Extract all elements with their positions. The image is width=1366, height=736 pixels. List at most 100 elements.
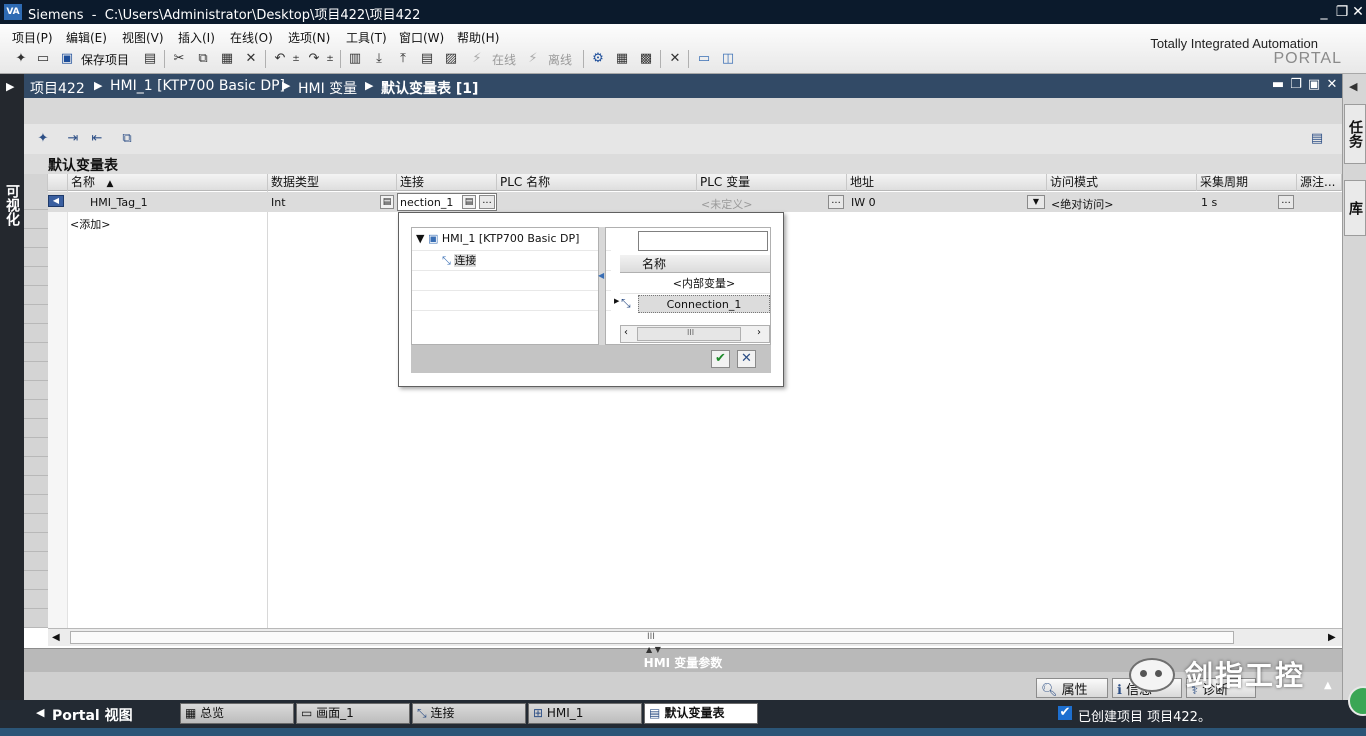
row-header[interactable] xyxy=(24,324,48,343)
scroll-right-icon[interactable]: ▶ xyxy=(1328,632,1336,643)
portal-arrow-icon[interactable]: ◀ xyxy=(36,706,44,719)
expand-inspector-icon[interactable]: ▲ ▼ xyxy=(646,645,661,654)
row-header[interactable] xyxy=(24,305,48,324)
cell-data-type[interactable]: Int xyxy=(271,196,286,209)
scroll-thumb[interactable]: III xyxy=(70,631,1234,644)
cut-icon[interactable]: ✂ xyxy=(170,50,188,68)
tree-expand-icon[interactable]: ▼ xyxy=(416,232,424,245)
row-header[interactable] xyxy=(24,476,48,495)
tasks-tab[interactable]: 任务 xyxy=(1344,104,1366,164)
row-header[interactable] xyxy=(24,343,48,362)
menu-project[interactable]: 项目(P) xyxy=(12,29,53,46)
visualization-tab[interactable]: 可视化 xyxy=(2,184,22,226)
save-project-button[interactable]: 保存项目 xyxy=(81,51,129,68)
download-icon[interactable]: ⤓ xyxy=(370,50,388,68)
cell-name[interactable]: HMI_Tag_1 xyxy=(90,196,148,209)
row-header[interactable] xyxy=(24,590,48,609)
open-project-icon[interactable]: ▭ xyxy=(34,50,52,68)
menu-edit[interactable]: 编辑(E) xyxy=(66,29,107,46)
row-header[interactable] xyxy=(24,533,48,552)
menu-options[interactable]: 选项(N) xyxy=(288,29,330,46)
connection-browse-button[interactable]: ... xyxy=(479,195,495,209)
row-header[interactable] xyxy=(24,248,48,267)
table-row[interactable] xyxy=(48,192,1342,212)
row-header[interactable] xyxy=(24,191,48,210)
row-header[interactable] xyxy=(24,229,48,248)
tree-item-hmi-device[interactable]: ▼ ▣ HMI_1 [KTP700 Basic DP] xyxy=(416,232,579,251)
libraries-tab[interactable]: 库 xyxy=(1344,180,1366,236)
collapse-left-icon[interactable]: ◀ xyxy=(598,271,604,280)
menu-insert[interactable]: 插入(I) xyxy=(178,29,215,46)
cancel-x-icon[interactable]: ✕ xyxy=(737,350,756,368)
new-project-icon[interactable]: ✦ xyxy=(12,50,30,68)
close-editor-icon[interactable]: ✕ xyxy=(666,50,684,68)
undo-dropdown-icon[interactable]: ± xyxy=(287,50,305,68)
scroll-left-icon[interactable]: ◀ xyxy=(52,632,60,643)
menu-help[interactable]: 帮助(H) xyxy=(457,29,499,46)
column-header-plc-name[interactable]: PLC 名称 xyxy=(497,174,697,191)
task-hmi-1[interactable]: ⊞ HMI_1 xyxy=(528,703,642,724)
row-header[interactable] xyxy=(24,495,48,514)
column-header-plc-tag[interactable]: PLC 变量 xyxy=(697,174,847,191)
task-overview[interactable]: ▦ 总览 xyxy=(180,703,294,724)
breadcrumb-device[interactable]: HMI_1 [KTP700 Basic DP] xyxy=(110,78,285,94)
editor-minimize-icon[interactable]: ▬ xyxy=(1270,77,1286,92)
plc-tag-browse-button[interactable]: ... xyxy=(828,195,844,209)
row-header[interactable] xyxy=(24,514,48,533)
row-header[interactable] xyxy=(24,362,48,381)
table-horizontal-scrollbar[interactable]: ◀ III ▶ xyxy=(48,628,1342,646)
save-icon[interactable]: ▣ xyxy=(58,50,76,68)
column-header-name[interactable]: 名称 ▲ xyxy=(68,174,268,191)
accessible-devices-icon[interactable]: ⚙ xyxy=(589,50,607,68)
breadcrumb-project[interactable]: 项目422 xyxy=(30,78,85,98)
row-header[interactable] xyxy=(24,457,48,476)
row-header[interactable] xyxy=(24,381,48,400)
row-header[interactable] xyxy=(24,419,48,438)
portal-view-button[interactable]: Portal 视图 xyxy=(52,705,133,725)
print-icon[interactable]: ▤ xyxy=(141,50,159,68)
split-horizontal-icon[interactable]: ▭ xyxy=(695,50,713,68)
paste-icon[interactable]: ▦ xyxy=(218,50,236,68)
list-item-connection-1[interactable]: Connection_1 xyxy=(638,295,770,313)
column-header-source-comment[interactable]: 源注... xyxy=(1297,174,1342,191)
connections-view-icon[interactable]: ⧉ xyxy=(118,130,136,148)
row-header[interactable] xyxy=(24,552,48,571)
menu-window[interactable]: 窗口(W) xyxy=(399,29,444,46)
expand-task-card-icon[interactable]: ◀ xyxy=(1349,80,1357,93)
split-vertical-icon[interactable]: ◫ xyxy=(719,50,737,68)
task-connections[interactable]: ⤡ 连接 xyxy=(412,703,526,724)
row-header[interactable] xyxy=(24,267,48,286)
column-header-access-mode[interactable]: 访问模式 xyxy=(1047,174,1197,191)
list-horizontal-scrollbar[interactable]: ‹ III › xyxy=(620,325,770,343)
connection-search-input[interactable] xyxy=(638,231,768,251)
editor-restore-icon[interactable]: ❐ xyxy=(1288,77,1304,92)
tab-properties[interactable]: 🔍︎ 属性 xyxy=(1036,678,1108,698)
scroll-right-icon[interactable]: › xyxy=(757,327,761,338)
minimize-window-button[interactable]: _ xyxy=(1314,2,1334,22)
data-type-list-icon[interactable]: ▤ xyxy=(380,195,394,209)
row-header[interactable] xyxy=(24,438,48,457)
menu-tools[interactable]: 工具(T) xyxy=(346,29,387,46)
task-default-tag-table[interactable]: ▤ 默认变量表 xyxy=(644,703,758,724)
column-header-address[interactable]: 地址 xyxy=(847,174,1047,191)
add-tag-icon[interactable]: ✦ xyxy=(34,130,52,148)
close-window-button[interactable]: ✕ xyxy=(1348,2,1366,22)
row-header[interactable] xyxy=(24,286,48,305)
cell-address[interactable]: IW 0 xyxy=(851,196,876,209)
column-header-acquisition-cycle[interactable]: 采集周期 xyxy=(1197,174,1297,191)
cross-reference-icon[interactable]: ▦ xyxy=(613,50,631,68)
upload-icon[interactable]: ⤒ xyxy=(394,50,412,68)
acquisition-cycle-browse-button[interactable]: ... xyxy=(1278,195,1294,209)
split-view-icon[interactable]: ▩ xyxy=(637,50,655,68)
row-header[interactable] xyxy=(24,609,48,628)
scroll-left-icon[interactable]: ‹ xyxy=(624,327,628,338)
row-header[interactable] xyxy=(24,571,48,590)
breadcrumb-tag-table[interactable]: 默认变量表 [1] xyxy=(381,78,478,98)
connection-list-icon[interactable]: ▤ xyxy=(462,195,476,209)
insert-row-icon[interactable]: ⇥ xyxy=(64,130,82,148)
editor-close-icon[interactable]: ✕ xyxy=(1324,77,1340,92)
column-header-data-type[interactable]: 数据类型 xyxy=(268,174,397,191)
breadcrumb-hmi-tags[interactable]: HMI 变量 xyxy=(298,78,357,98)
cell-plc-tag[interactable]: <未定义> xyxy=(701,196,752,212)
start-simulation-icon[interactable]: ▤ xyxy=(418,50,436,68)
